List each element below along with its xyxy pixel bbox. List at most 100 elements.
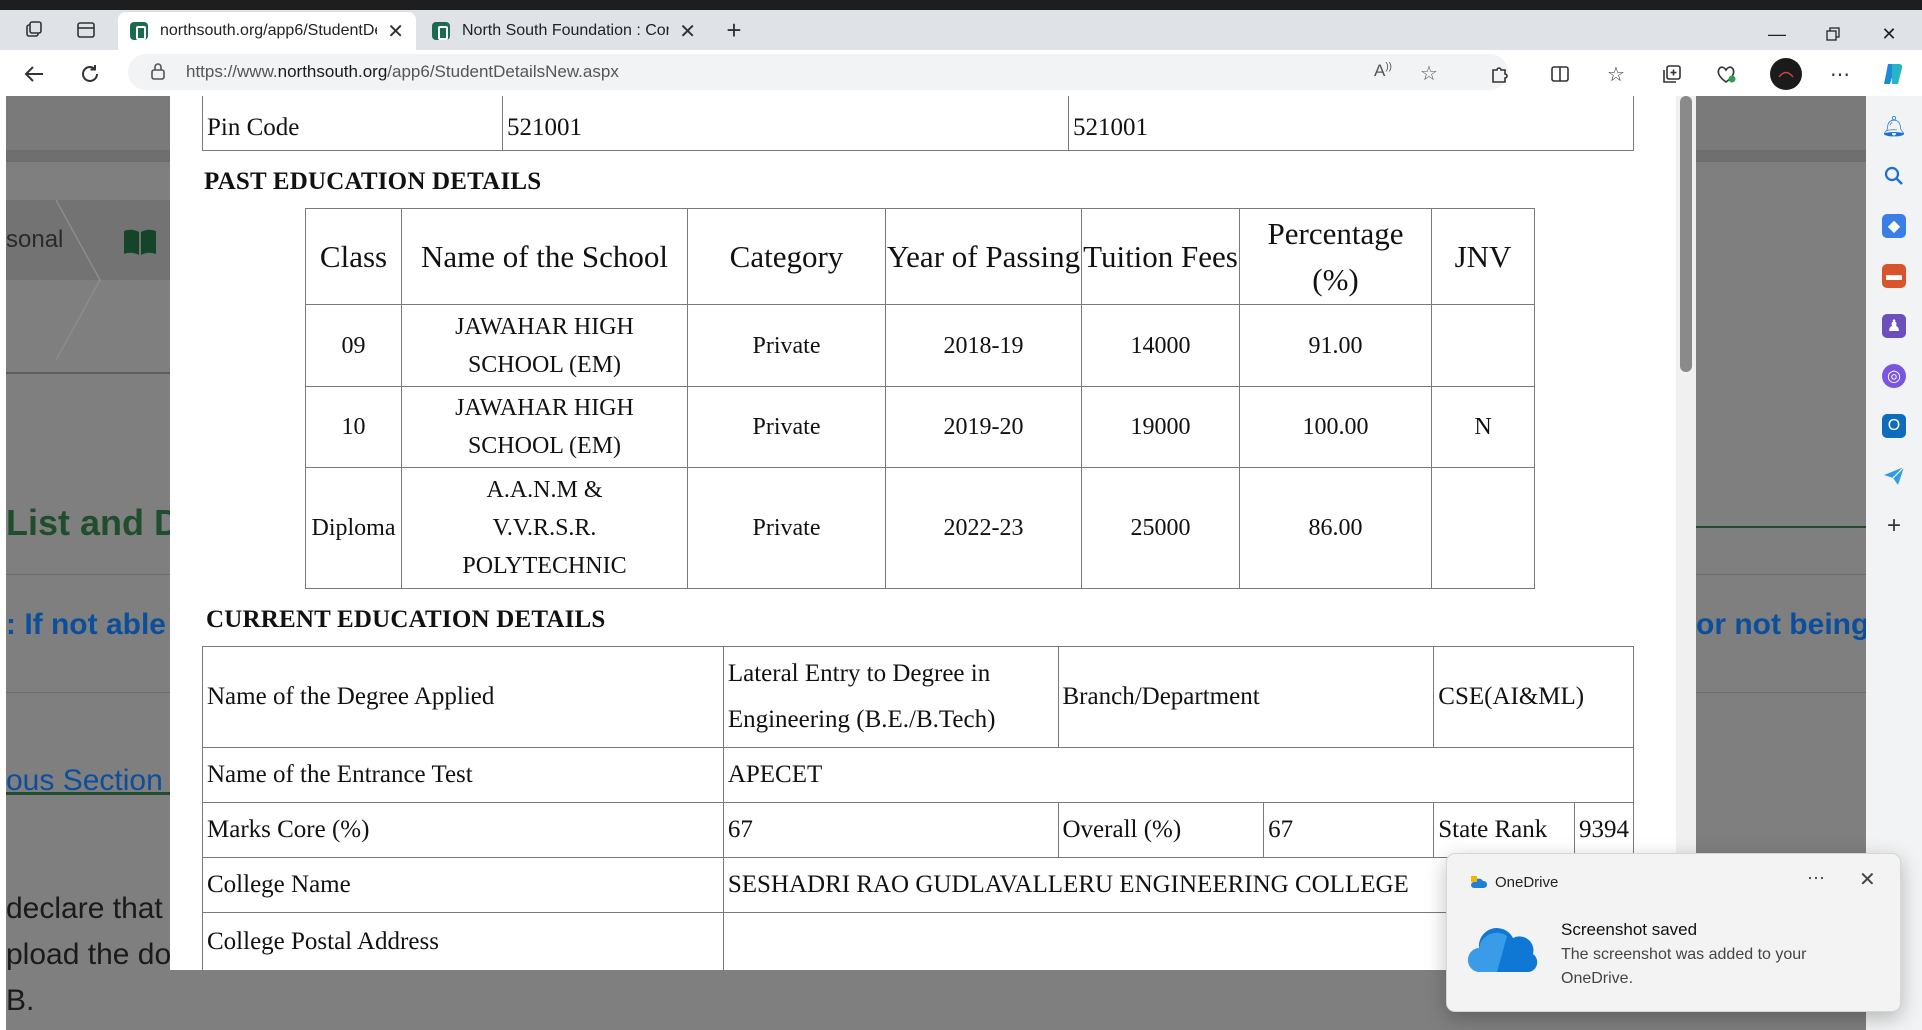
extensions-icon[interactable] xyxy=(1486,60,1514,88)
tab-contact[interactable]: North South Foundation : Contac ✕ xyxy=(420,12,708,50)
back-icon[interactable] xyxy=(18,58,50,90)
table-row: Pin Code 521001 521001 xyxy=(202,96,1634,151)
column-header: Class xyxy=(305,208,402,305)
table-row: College Postal Address xyxy=(202,912,1635,970)
column-header: Tuition Fees xyxy=(1081,208,1240,305)
overall-label: Overall (%) xyxy=(1057,802,1265,858)
outlook-icon[interactable]: O xyxy=(1882,414,1906,438)
class-cell: 09 xyxy=(305,304,402,387)
notifications-bell-icon[interactable]: 🔔︎ xyxy=(1881,114,1906,138)
refresh-icon[interactable] xyxy=(74,58,106,90)
fees-cell: 25000 xyxy=(1081,467,1240,589)
bg-declaration-line: pload the do xyxy=(6,938,172,971)
shopping-tag-icon[interactable]: ◆ xyxy=(1882,214,1906,238)
tab-actions-icon[interactable] xyxy=(66,16,106,44)
branch-value: CSE(AI&ML) xyxy=(1433,646,1634,748)
percentage-cell: 86.00 xyxy=(1239,467,1432,589)
degree-value: Lateral Entry to Degree in Engineering (… xyxy=(722,646,1059,748)
past-education-table: Class Name of the School Category Year o… xyxy=(305,208,1535,589)
favorite-star-icon[interactable]: ☆ xyxy=(1420,61,1438,86)
bg-declaration-line: B. xyxy=(6,984,35,1017)
address-table: Pin Code 521001 521001 xyxy=(202,96,1634,151)
games-icon[interactable]: ♟ xyxy=(1882,314,1906,338)
tab-strip: northsouth.org/app6/StudentDe ✕ North So… xyxy=(0,10,1922,50)
tab-close-icon[interactable]: ✕ xyxy=(679,19,696,44)
url-text[interactable]: https://www.northsouth.org/app6/StudentD… xyxy=(186,62,619,82)
table-header-row: Class Name of the School Category Year o… xyxy=(305,208,1535,305)
category-cell: Private xyxy=(687,304,886,387)
column-header: JNV xyxy=(1431,208,1535,305)
add-sidebar-app-icon[interactable]: + xyxy=(1882,512,1906,539)
school-cell: A.A.N.M & V.V.R.S.R. POLYTECHNIC xyxy=(401,467,688,589)
site-favicon-icon xyxy=(130,22,148,40)
top-strip xyxy=(0,0,1922,10)
tab-close-icon[interactable]: ✕ xyxy=(387,19,404,44)
profile-avatar[interactable] xyxy=(1770,58,1802,90)
table-row: Name of the Degree Applied Lateral Entry… xyxy=(202,646,1634,748)
fees-cell: 19000 xyxy=(1081,386,1240,468)
table-row: 10 JAWAHAR HIGH SCHOOL (EM) Private 2019… xyxy=(305,386,1535,468)
bg-breadcrumb-text: sonal xyxy=(6,226,64,253)
degree-label: Name of the Degree Applied xyxy=(202,646,724,748)
bg-breadcrumb: sonal xyxy=(6,200,176,360)
tools-briefcase-icon[interactable]: ▬ xyxy=(1882,264,1906,288)
collections-icon[interactable] xyxy=(1658,60,1686,88)
jnv-cell: N xyxy=(1431,386,1535,468)
bg-declaration-line: declare that xyxy=(6,892,163,925)
year-cell: 2022-23 xyxy=(885,467,1082,589)
overall-value: 67 xyxy=(1263,802,1435,858)
notification-message: The screenshot was added to your OneDriv… xyxy=(1561,946,1807,987)
column-header: Percentage (%) xyxy=(1239,208,1432,305)
search-icon[interactable] xyxy=(1882,164,1906,188)
modal-scrollbar-thumb[interactable] xyxy=(1680,96,1692,372)
book-icon xyxy=(124,229,156,255)
restore-icon[interactable] xyxy=(1810,20,1856,48)
site-favicon-icon xyxy=(432,22,450,40)
new-tab-icon[interactable]: + xyxy=(714,15,754,45)
send-icon[interactable] xyxy=(1882,464,1906,488)
workspaces-icon[interactable] xyxy=(14,16,54,44)
bg-notice-right: or not being xyxy=(1696,608,1866,641)
bg-notice-left: : If not able xyxy=(6,608,166,641)
school-cell: JAWAHAR HIGH SCHOOL (EM) xyxy=(401,304,688,387)
marks-core-value: 67 xyxy=(722,802,1059,858)
notification-close-icon[interactable]: ✕ xyxy=(1859,867,1876,892)
state-rank-label: State Rank xyxy=(1433,802,1575,858)
notification-app-name: OneDrive xyxy=(1495,874,1559,891)
entrance-test-value: APECET xyxy=(722,747,1635,803)
read-aloud-icon[interactable]: A)) xyxy=(1374,61,1392,81)
past-education-title: PAST EDUCATION DETAILS xyxy=(204,168,542,195)
percentage-cell: 91.00 xyxy=(1239,304,1432,387)
notification-more-icon[interactable]: ⋯ xyxy=(1807,868,1825,889)
onedrive-notification[interactable]: OneDrive ⋯ ✕ Screenshot saved The screen… xyxy=(1446,853,1901,1012)
table-row: College Name SESHADRI RAO GUDLAVALLERU E… xyxy=(202,857,1635,913)
jnv-cell xyxy=(1431,304,1535,387)
microsoft-365-icon[interactable]: ◎ xyxy=(1882,364,1906,388)
current-education-table: Name of the Degree Applied Lateral Entry… xyxy=(202,646,1635,970)
notification-title: Screenshot saved xyxy=(1561,920,1698,939)
copilot-icon[interactable] xyxy=(1879,60,1907,88)
address-bar[interactable]: https://www.northsouth.org/app6/StudentD… xyxy=(128,54,1508,90)
table-row: 09 JAWAHAR HIGH SCHOOL (EM) Private 2018… xyxy=(305,304,1535,387)
table-row: Name of the Entrance Test APECET xyxy=(202,747,1635,803)
close-window-icon[interactable]: ✕ xyxy=(1866,20,1912,48)
split-screen-icon[interactable] xyxy=(1546,60,1574,88)
browser-essentials-icon[interactable] xyxy=(1712,60,1740,88)
tab-title: North South Foundation : Contac xyxy=(462,22,669,39)
percentage-cell: 100.00 xyxy=(1239,386,1432,468)
more-options-icon[interactable]: ⋯ xyxy=(1826,60,1854,88)
column-header: Category xyxy=(687,208,886,305)
category-cell: Private xyxy=(687,467,886,589)
state-rank-value: 9394 xyxy=(1574,802,1634,858)
lock-icon[interactable] xyxy=(150,62,166,80)
table-row: Diploma A.A.N.M & V.V.R.S.R. POLYTECHNIC… xyxy=(305,467,1535,589)
class-cell: 10 xyxy=(305,386,402,468)
tab-student-details[interactable]: northsouth.org/app6/StudentDe ✕ xyxy=(118,12,416,50)
favorites-icon[interactable]: ☆ xyxy=(1602,60,1630,88)
pin-code-label: Pin Code xyxy=(202,96,503,151)
minimize-icon[interactable]: — xyxy=(1754,20,1800,48)
onedrive-small-icon xyxy=(1471,876,1487,888)
school-cell: JAWAHAR HIGH SCHOOL (EM) xyxy=(401,386,688,468)
nav-bar: https://www.northsouth.org/app6/StudentD… xyxy=(0,50,1922,96)
column-header: Name of the School xyxy=(401,208,688,305)
